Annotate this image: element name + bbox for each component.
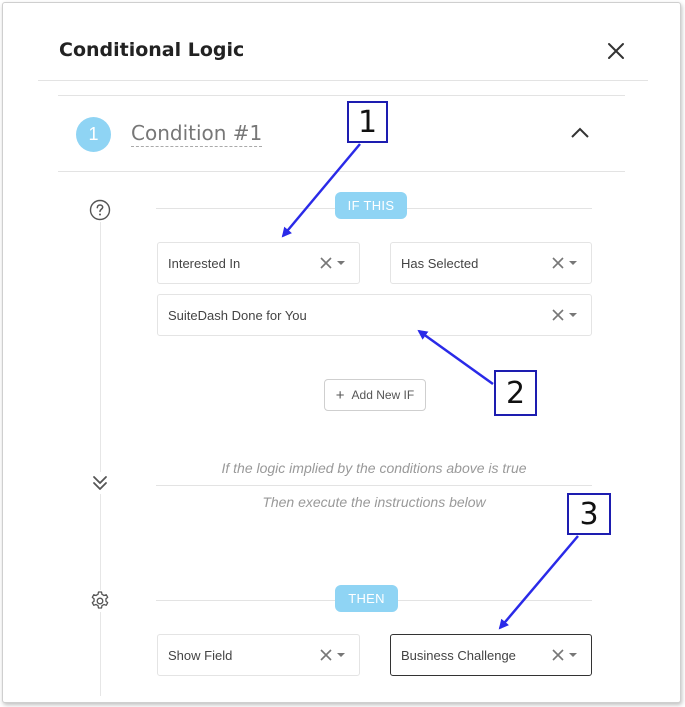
clear-x-icon[interactable]: [319, 256, 333, 270]
gear-icon[interactable]: [89, 590, 111, 612]
question-circle-icon[interactable]: [89, 199, 111, 221]
annotation-callout-2: 2: [494, 370, 537, 416]
double-chevron-down-icon: [89, 472, 111, 494]
clear-x-icon[interactable]: [551, 308, 565, 322]
annotation-callout-3: 3: [567, 493, 611, 535]
then-pill: THEN: [335, 585, 398, 612]
condition-bottom-divider: [58, 171, 625, 172]
annotation-callout-1: 1: [347, 101, 388, 143]
clear-x-icon[interactable]: [551, 256, 565, 270]
plus-icon: +: [335, 386, 345, 404]
if-operator-select-value: Has Selected: [401, 255, 479, 271]
clear-x-icon[interactable]: [319, 648, 333, 662]
if-value-select[interactable]: SuiteDash Done for You: [157, 294, 592, 336]
timeline-line: [100, 222, 101, 696]
condition-number-badge: 1: [76, 117, 111, 152]
then-action-select-value: Show Field: [168, 647, 233, 663]
close-icon: [608, 43, 624, 59]
caret-down-icon: [569, 261, 577, 265]
collapse-button[interactable]: [568, 122, 592, 142]
add-new-if-label: Add New IF: [351, 388, 415, 402]
condition-top-divider: [58, 95, 625, 96]
caret-down-icon: [337, 653, 345, 657]
caret-down-icon: [337, 261, 345, 265]
if-this-pill: IF THIS: [335, 192, 407, 219]
clear-x-icon[interactable]: [551, 648, 565, 662]
modal-title: Conditional Logic: [59, 39, 245, 61]
then-target-select[interactable]: Business Challenge: [390, 634, 592, 676]
chevron-up-icon: [571, 127, 589, 138]
logic-text-line1: If the logic implied by the conditions a…: [221, 460, 527, 476]
add-new-if-button[interactable]: + Add New IF: [324, 379, 426, 411]
then-target-select-value: Business Challenge: [401, 647, 516, 663]
if-field-select-value: Interested In: [168, 255, 241, 271]
close-button[interactable]: [603, 38, 629, 64]
if-operator-select[interactable]: Has Selected: [390, 242, 592, 284]
if-field-select[interactable]: Interested In: [157, 242, 360, 284]
if-value-select-value: SuiteDash Done for You: [168, 307, 307, 323]
logic-divider-line: [156, 485, 592, 486]
caret-down-icon: [569, 653, 577, 657]
logic-text-line2: Then execute the instructions below: [262, 494, 486, 510]
then-action-select[interactable]: Show Field: [157, 634, 360, 676]
header-divider: [38, 80, 648, 81]
caret-down-icon: [569, 313, 577, 317]
condition-title[interactable]: Condition #1: [131, 121, 263, 147]
